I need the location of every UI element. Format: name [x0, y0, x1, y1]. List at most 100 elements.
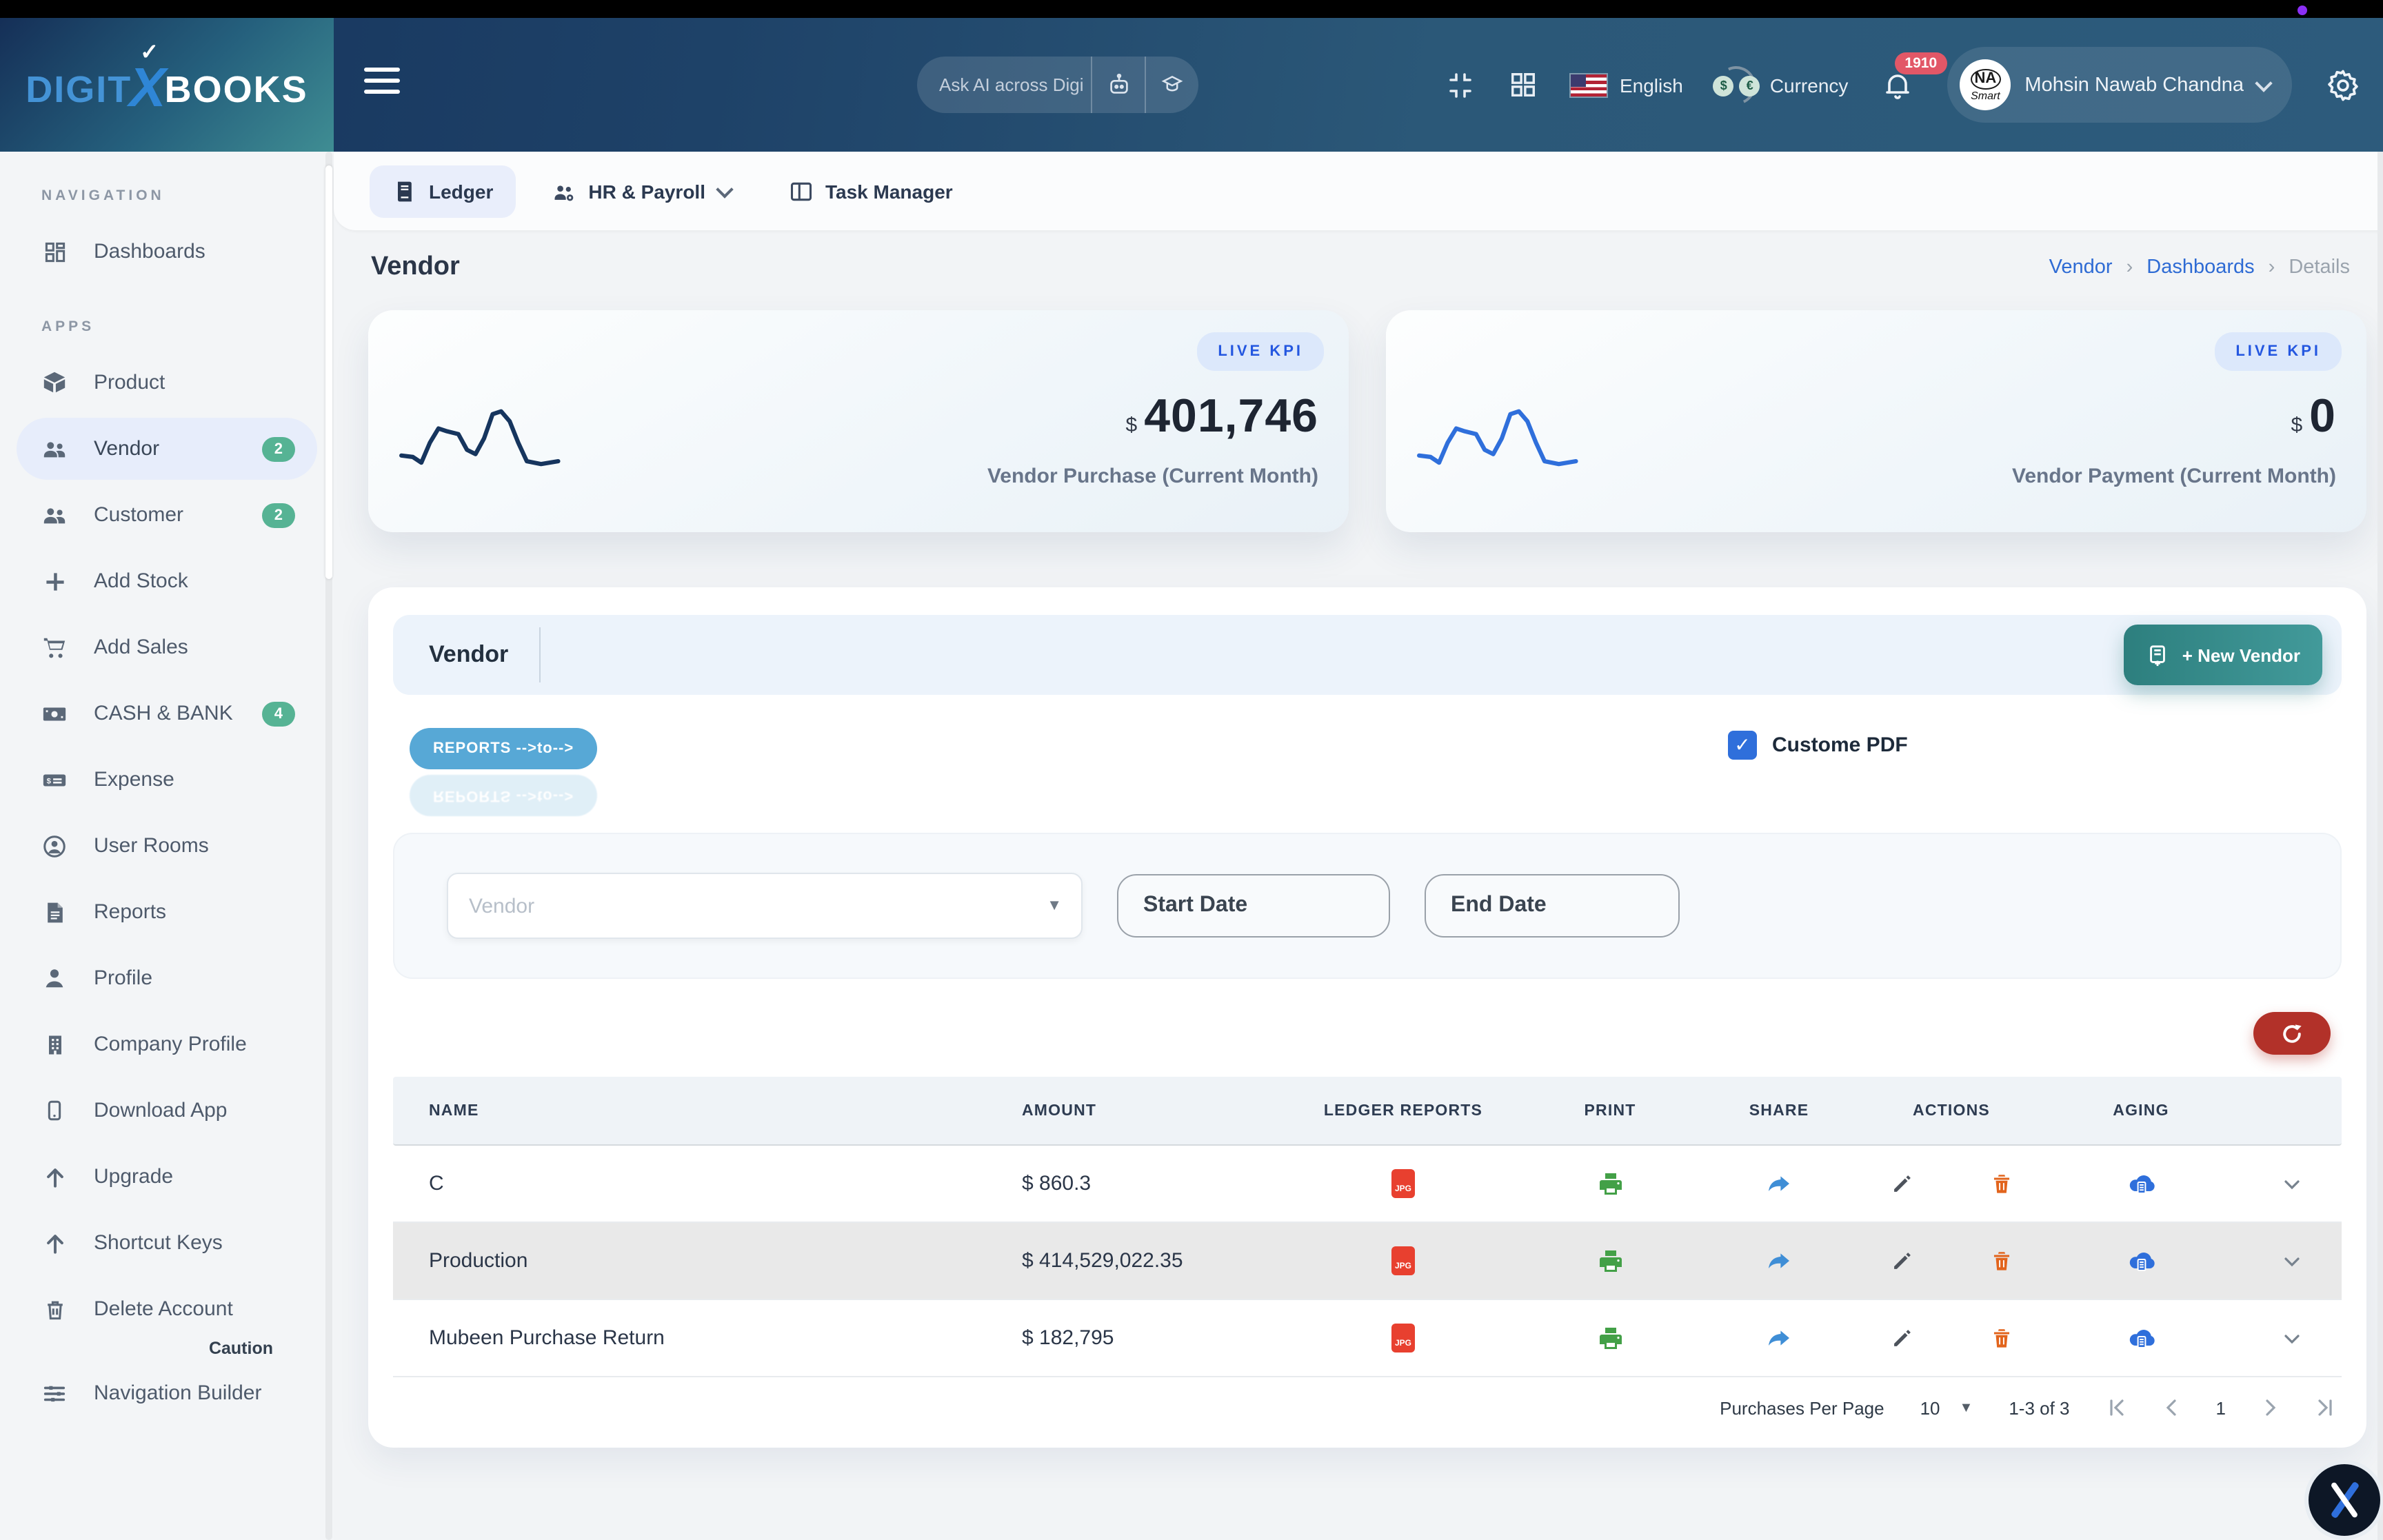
jpg-file-icon[interactable]: JPG — [1391, 1324, 1415, 1352]
aging-cloud-icon[interactable] — [2126, 1168, 2156, 1199]
row-expand-chevron[interactable] — [2280, 1173, 2302, 1195]
sidebar-item-navigation-builder[interactable]: Navigation Builder — [17, 1362, 317, 1424]
sidebar-item-add-sales[interactable]: Add Sales — [17, 616, 317, 678]
kpi-value: 401,746 — [1144, 390, 1318, 444]
tab-task-manager[interactable]: Task Manager — [766, 165, 975, 217]
sidebar-item-label: Shortcut Keys — [94, 1231, 223, 1255]
sidebar-item-label: Add Stock — [94, 569, 188, 593]
sidebar-item-label: Profile — [94, 966, 152, 990]
print-icon[interactable] — [1596, 1324, 1624, 1352]
ai-search-input[interactable] — [917, 74, 1091, 95]
sidebar-item-shortcut-keys[interactable]: Shortcut Keys — [17, 1212, 317, 1274]
jpg-file-icon[interactable]: JPG — [1391, 1169, 1415, 1198]
live-kpi-badge: LIVE KPI — [2215, 332, 2342, 371]
breadcrumb-details: Details — [2289, 256, 2350, 278]
edit-pencil-icon[interactable] — [1890, 1326, 1913, 1350]
column-header-name: NAME — [393, 1102, 986, 1119]
sidebar-item-label: Delete Account — [94, 1297, 233, 1321]
table-row[interactable]: Production$ 414,529,022.35JPG — [393, 1223, 2342, 1300]
first-page-icon[interactable] — [2106, 1397, 2128, 1419]
reports-button[interactable]: REPORTS -->to--> — [410, 728, 597, 769]
column-header-amount: AMOUNT — [986, 1102, 1283, 1119]
notifications-bell-icon[interactable]: 1910 — [1881, 68, 1914, 101]
user-menu[interactable]: NA Smart Mohsin Nawab Chandna — [1947, 47, 2292, 123]
hamburger-menu-icon[interactable] — [364, 68, 400, 94]
custom-pdf-checkbox[interactable]: ✓ Custome PDF — [1728, 731, 1908, 760]
sidebar-item-download-app[interactable]: Download App — [17, 1080, 317, 1142]
table-row[interactable]: Mubeen Purchase Return$ 182,795JPG — [393, 1300, 2342, 1377]
row-expand-chevron[interactable] — [2280, 1250, 2302, 1272]
settings-gear-icon[interactable] — [2325, 67, 2361, 103]
table-row[interactable]: C$ 860.3JPG — [393, 1146, 2342, 1223]
actions-cell — [1862, 1249, 2041, 1273]
sidebar-item-delete-account[interactable]: Delete Account — [17, 1278, 317, 1340]
last-page-icon[interactable] — [2314, 1397, 2336, 1419]
logo-digit: DIGIT — [26, 69, 132, 112]
fullscreen-exit-icon[interactable] — [1446, 70, 1476, 100]
share-icon[interactable] — [1765, 1170, 1793, 1197]
sidebar-item-label: Navigation Builder — [94, 1381, 262, 1405]
delete-trash-icon[interactable] — [1989, 1326, 2013, 1350]
jpg-file-icon[interactable]: JPG — [1391, 1246, 1415, 1275]
delete-trash-icon[interactable] — [1989, 1172, 2013, 1195]
currency-selector[interactable]: $ € Currency — [1716, 64, 1849, 105]
prev-page-icon[interactable] — [2161, 1397, 2183, 1419]
sidebar-item-label: Reports — [94, 900, 166, 924]
count-badge: 4 — [262, 701, 295, 726]
next-page-icon[interactable] — [2259, 1397, 2281, 1419]
sidebar-item-customer[interactable]: Customer2 — [17, 484, 317, 546]
per-page-select[interactable]: 10 ▼ — [1920, 1397, 1973, 1418]
refresh-button[interactable] — [2253, 1012, 2331, 1055]
sidebar-item-vendor[interactable]: Vendor2 — [17, 418, 317, 480]
tab-hr-payroll[interactable]: HR & Payroll — [529, 165, 752, 217]
task-manager-icon — [788, 179, 813, 203]
aging-cloud-icon[interactable] — [2126, 1246, 2156, 1276]
sidebar-item-upgrade[interactable]: Upgrade — [17, 1146, 317, 1208]
delete-trash-icon[interactable] — [1989, 1249, 2013, 1273]
end-date-input[interactable]: End Date — [1425, 874, 1680, 938]
sidebar-item-add-stock[interactable]: Add Stock — [17, 550, 317, 612]
row-expand-chevron[interactable] — [2280, 1327, 2302, 1349]
aging-cloud-icon[interactable] — [2126, 1323, 2156, 1353]
column-header-aging: AGING — [2113, 1102, 2169, 1119]
sidebar-item-cash-bank[interactable]: CASH & BANK4 — [17, 682, 317, 744]
window-scrollbar[interactable] — [2377, 152, 2383, 1540]
print-icon[interactable] — [1596, 1247, 1624, 1275]
main-content: Ledger HR & Payroll Task Manager Vendor Ve… — [334, 152, 2383, 1540]
sidebar-item-profile[interactable]: Profile — [17, 947, 317, 1009]
table-header: NAMEAMOUNTLEDGER REPORTSPRINTSHAREACTION… — [393, 1077, 2342, 1146]
breadcrumb-separator: › — [2269, 256, 2275, 278]
edit-pencil-icon[interactable] — [1890, 1172, 1913, 1195]
share-icon[interactable] — [1765, 1324, 1793, 1352]
ledger-report-cell: JPG — [1283, 1324, 1524, 1352]
sidebar-item-label: Customer — [94, 503, 183, 527]
checkbox-checked-icon[interactable]: ✓ — [1728, 731, 1757, 760]
chat-widget-button[interactable] — [2304, 1460, 2383, 1540]
user-name: Mohsin Nawab Chandna — [2024, 74, 2244, 96]
per-page-label: Purchases Per Page — [1720, 1397, 1884, 1418]
page-title: Vendor — [371, 252, 460, 283]
sidebar-item-dashboards[interactable]: Dashboards — [17, 221, 317, 283]
header: DIGITX✓BOOKS — [0, 18, 2383, 152]
sidebar-item-label: Download App — [94, 1099, 228, 1122]
breadcrumb-vendor[interactable]: Vendor — [2049, 256, 2113, 278]
sidebar-item-user-rooms[interactable]: User Rooms — [17, 815, 317, 877]
language-selector[interactable]: English — [1571, 74, 1683, 96]
ai-robot-icon[interactable] — [1091, 57, 1145, 113]
logo[interactable]: DIGITX✓BOOKS — [0, 18, 334, 152]
breadcrumb-dashboards[interactable]: Dashboards — [2146, 256, 2254, 278]
new-vendor-button[interactable]: + New Vendor — [2124, 625, 2322, 685]
print-icon[interactable] — [1596, 1170, 1624, 1197]
edit-pencil-icon[interactable] — [1890, 1249, 1913, 1273]
expense-check-icon: $ — [41, 767, 68, 793]
share-icon[interactable] — [1765, 1247, 1793, 1275]
knowledge-box-icon[interactable] — [1145, 57, 1198, 113]
sidebar-item-expense[interactable]: $Expense — [17, 749, 317, 811]
tab-ledger[interactable]: Ledger — [370, 165, 515, 217]
start-date-input[interactable]: Start Date — [1117, 874, 1390, 938]
apps-grid-icon[interactable] — [1509, 70, 1538, 99]
sidebar-item-product[interactable]: Product — [17, 352, 317, 414]
sidebar-item-reports[interactable]: Reports — [17, 881, 317, 943]
vendor-filter-select[interactable]: Vendor ▼ — [447, 873, 1083, 939]
sidebar-item-company-profile[interactable]: Company Profile — [17, 1013, 317, 1075]
